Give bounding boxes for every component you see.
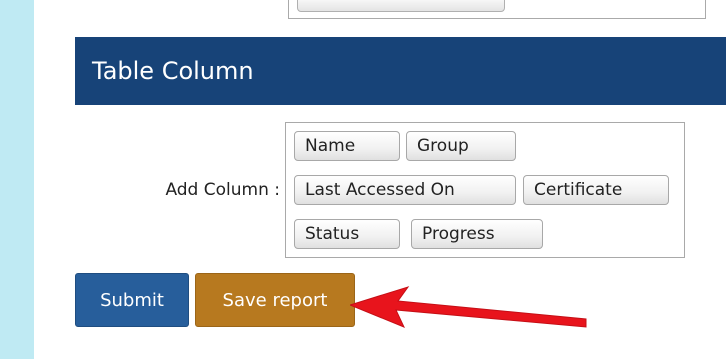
column-chip-container: Name Group Last Accessed On Certificate … — [285, 122, 685, 258]
save-report-button[interactable]: Save report — [195, 273, 355, 327]
previous-field-box — [288, 0, 706, 19]
column-chip-status[interactable]: Status — [294, 219, 400, 249]
section-title: Table Column — [92, 57, 254, 85]
submit-button[interactable]: Submit — [75, 273, 189, 327]
column-chip-name[interactable]: Name — [294, 131, 400, 161]
column-chip-group[interactable]: Group — [406, 131, 516, 161]
column-chip-progress[interactable]: Progress — [411, 219, 543, 249]
arrow-shape — [350, 286, 587, 328]
column-chip-certificate[interactable]: Certificate — [523, 175, 669, 205]
red-arrow-annotation — [350, 286, 587, 328]
previous-field-button[interactable] — [297, 0, 505, 12]
section-header: Table Column — [75, 37, 726, 105]
add-column-label: Add Column : — [165, 180, 280, 200]
column-chip-last-accessed-on[interactable]: Last Accessed On — [294, 175, 516, 205]
left-sidebar-strip — [0, 0, 34, 359]
